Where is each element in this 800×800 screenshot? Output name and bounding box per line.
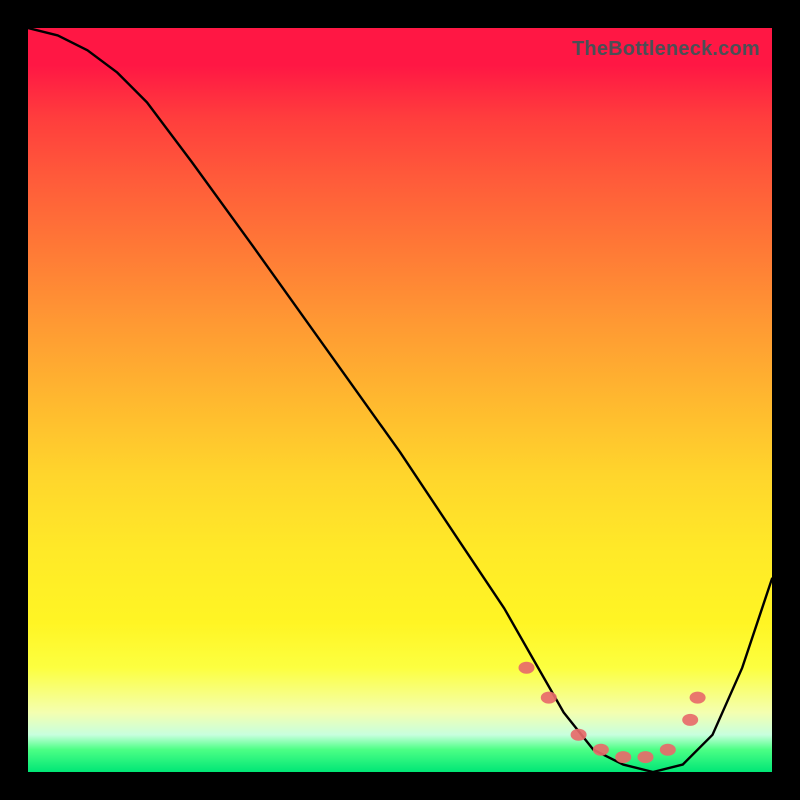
chart-svg [28,28,772,772]
plot-area: TheBottleneck.com [28,28,772,772]
chart-container: TheBottleneck.com [0,0,800,800]
curve-line [28,28,772,772]
watermark-text: TheBottleneck.com [572,38,760,61]
highlight-markers [519,662,706,763]
